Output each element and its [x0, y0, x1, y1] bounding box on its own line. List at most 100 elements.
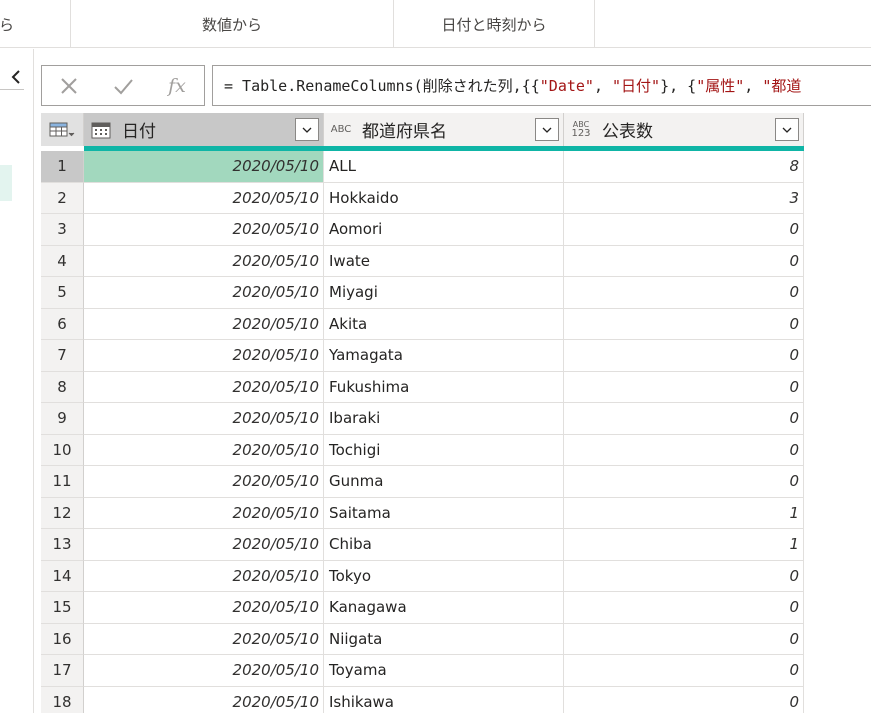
- date-cell[interactable]: 2020/05/10: [84, 623, 324, 655]
- cancel-formula-button[interactable]: [42, 66, 96, 105]
- commit-formula-button[interactable]: [96, 66, 150, 105]
- insert-function-button[interactable]: fx: [150, 66, 204, 105]
- prefecture-cell[interactable]: Niigata: [324, 623, 564, 655]
- date-cell[interactable]: 2020/05/10: [84, 560, 324, 592]
- row-number[interactable]: 8: [41, 371, 84, 403]
- column-header-prefecture[interactable]: ABC 都道府県名: [324, 113, 564, 146]
- count-cell[interactable]: 8: [564, 151, 804, 183]
- date-cell[interactable]: 2020/05/10: [84, 434, 324, 466]
- column-filter-button[interactable]: [295, 118, 319, 141]
- row-number[interactable]: 18: [41, 686, 84, 713]
- prefecture-cell[interactable]: Iwate: [324, 245, 564, 277]
- table-row[interactable]: 11 2020/05/10 Gunma 0: [41, 466, 804, 498]
- count-cell[interactable]: 0: [564, 592, 804, 624]
- ribbon-group-from-number[interactable]: 数値から: [71, 0, 393, 48]
- table-row[interactable]: 2 2020/05/10 Hokkaido 3: [41, 182, 804, 214]
- prefecture-cell[interactable]: Toyama: [324, 655, 564, 687]
- table-row[interactable]: 15 2020/05/10 Kanagawa 0: [41, 592, 804, 624]
- ribbon-group-partial[interactable]: から: [0, 0, 18, 48]
- prefecture-cell[interactable]: Gunma: [324, 466, 564, 498]
- row-number[interactable]: 12: [41, 497, 84, 529]
- table-row[interactable]: 13 2020/05/10 Chiba 1: [41, 529, 804, 561]
- column-filter-button[interactable]: [775, 118, 799, 141]
- date-cell[interactable]: 2020/05/10: [84, 529, 324, 561]
- table-row[interactable]: 12 2020/05/10 Saitama 1: [41, 497, 804, 529]
- date-cell[interactable]: 2020/05/10: [84, 497, 324, 529]
- date-cell[interactable]: 2020/05/10: [84, 655, 324, 687]
- row-number[interactable]: 3: [41, 214, 84, 246]
- row-number[interactable]: 14: [41, 560, 84, 592]
- count-cell[interactable]: 0: [564, 623, 804, 655]
- prefecture-cell[interactable]: Akita: [324, 308, 564, 340]
- count-cell[interactable]: 0: [564, 403, 804, 435]
- formula-input[interactable]: = Table.RenameColumns(削除された列,{{"Date", "…: [212, 65, 871, 106]
- table-row[interactable]: 6 2020/05/10 Akita 0: [41, 308, 804, 340]
- prefecture-cell[interactable]: Miyagi: [324, 277, 564, 309]
- date-cell[interactable]: 2020/05/10: [84, 592, 324, 624]
- table-row[interactable]: 10 2020/05/10 Tochigi 0: [41, 434, 804, 466]
- table-row[interactable]: 16 2020/05/10 Niigata 0: [41, 623, 804, 655]
- count-cell[interactable]: 0: [564, 214, 804, 246]
- prefecture-cell[interactable]: Yamagata: [324, 340, 564, 372]
- table-row[interactable]: 7 2020/05/10 Yamagata 0: [41, 340, 804, 372]
- prefecture-cell[interactable]: Ibaraki: [324, 403, 564, 435]
- count-cell[interactable]: 0: [564, 340, 804, 372]
- prefecture-cell[interactable]: Aomori: [324, 214, 564, 246]
- count-cell[interactable]: 1: [564, 497, 804, 529]
- table-row[interactable]: 4 2020/05/10 Iwate 0: [41, 245, 804, 277]
- prefecture-cell[interactable]: Fukushima: [324, 371, 564, 403]
- date-cell[interactable]: 2020/05/10: [84, 403, 324, 435]
- row-number[interactable]: 5: [41, 277, 84, 309]
- date-cell[interactable]: 2020/05/10: [84, 214, 324, 246]
- prefecture-cell[interactable]: Hokkaido: [324, 182, 564, 214]
- text-type-icon[interactable]: ABC: [329, 120, 353, 140]
- row-number[interactable]: 7: [41, 340, 84, 372]
- column-header-date[interactable]: 日付: [84, 113, 324, 146]
- row-number[interactable]: 16: [41, 623, 84, 655]
- date-cell[interactable]: 2020/05/10: [84, 245, 324, 277]
- row-number[interactable]: 4: [41, 245, 84, 277]
- calendar-icon[interactable]: [89, 120, 113, 140]
- prefecture-cell[interactable]: Kanagawa: [324, 592, 564, 624]
- count-cell[interactable]: 0: [564, 277, 804, 309]
- prefecture-cell[interactable]: Chiba: [324, 529, 564, 561]
- date-cell[interactable]: 2020/05/10: [84, 308, 324, 340]
- prefecture-cell[interactable]: Tokyo: [324, 560, 564, 592]
- date-cell[interactable]: 2020/05/10: [84, 277, 324, 309]
- date-cell[interactable]: 2020/05/10: [84, 340, 324, 372]
- table-row[interactable]: 5 2020/05/10 Miyagi 0: [41, 277, 804, 309]
- date-cell[interactable]: 2020/05/10: [84, 686, 324, 713]
- table-row[interactable]: 1 2020/05/10 ALL 8: [41, 151, 804, 183]
- date-cell[interactable]: 2020/05/10: [84, 371, 324, 403]
- count-cell[interactable]: 0: [564, 308, 804, 340]
- table-row[interactable]: 3 2020/05/10 Aomori 0: [41, 214, 804, 246]
- table-row[interactable]: 14 2020/05/10 Tokyo 0: [41, 560, 804, 592]
- prefecture-cell[interactable]: Saitama: [324, 497, 564, 529]
- row-number[interactable]: 1: [41, 151, 84, 183]
- count-cell[interactable]: 0: [564, 434, 804, 466]
- prefecture-cell[interactable]: ALL: [324, 151, 564, 183]
- ribbon-group-from-datetime[interactable]: 日付と時刻から: [394, 0, 594, 48]
- row-number[interactable]: 10: [41, 434, 84, 466]
- count-cell[interactable]: 0: [564, 560, 804, 592]
- count-cell[interactable]: 0: [564, 655, 804, 687]
- row-number[interactable]: 9: [41, 403, 84, 435]
- column-filter-button[interactable]: [535, 118, 559, 141]
- row-number[interactable]: 13: [41, 529, 84, 561]
- prefecture-cell[interactable]: Tochigi: [324, 434, 564, 466]
- collapse-pane-button[interactable]: [6, 65, 26, 89]
- count-cell[interactable]: 0: [564, 371, 804, 403]
- table-row[interactable]: 18 2020/05/10 Ishikawa 0: [41, 686, 804, 713]
- any-type-icon[interactable]: ABC 123: [569, 120, 593, 140]
- selected-query-marker[interactable]: [0, 165, 12, 201]
- row-number[interactable]: 15: [41, 592, 84, 624]
- count-cell[interactable]: 1: [564, 529, 804, 561]
- count-cell[interactable]: 3: [564, 182, 804, 214]
- count-cell[interactable]: 0: [564, 466, 804, 498]
- count-cell[interactable]: 0: [564, 686, 804, 713]
- date-cell[interactable]: 2020/05/10: [84, 466, 324, 498]
- row-number[interactable]: 6: [41, 308, 84, 340]
- row-number[interactable]: 17: [41, 655, 84, 687]
- count-cell[interactable]: 0: [564, 245, 804, 277]
- table-row[interactable]: 8 2020/05/10 Fukushima 0: [41, 371, 804, 403]
